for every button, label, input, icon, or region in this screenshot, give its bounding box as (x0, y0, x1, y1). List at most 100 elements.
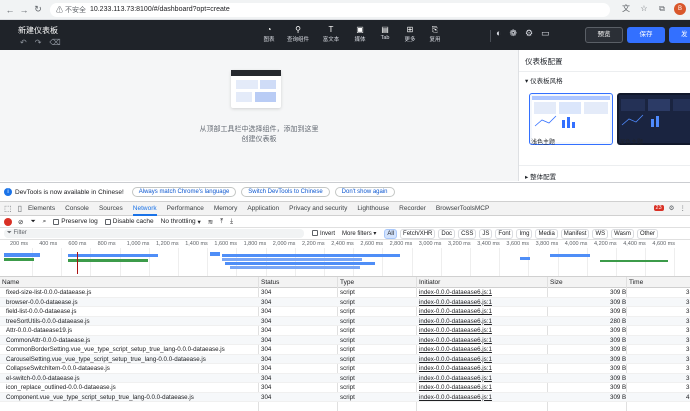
table-row[interactable]: fixed-size-list-0.0.0-dataease.js 304 scri… (0, 288, 690, 298)
reload-icon[interactable]: ↻ (32, 3, 44, 17)
back-icon[interactable]: ← (4, 3, 16, 17)
palette-icon[interactable]: ❁ (509, 28, 517, 39)
filter-type-media[interactable]: Media (535, 228, 558, 239)
tab-network[interactable]: Network (132, 201, 157, 216)
request-initiator[interactable]: index-0.0.0-dataease6.js:1 (419, 384, 492, 391)
match-language-button[interactable]: Always match Chrome's language (131, 187, 237, 197)
record-icon[interactable] (4, 217, 12, 226)
filter-input[interactable]: ⏷ Filter (4, 229, 304, 238)
table-row[interactable]: browser-0.0.0-dataease.js 304 script index-… (0, 297, 690, 307)
translate-icon[interactable]: 文 (620, 3, 632, 15)
request-initiator[interactable]: index-0.0.0-dataease6.js:1 (419, 365, 492, 372)
filter-type-img[interactable]: Img (516, 228, 533, 239)
preserve-log-checkbox[interactable]: Preserve log (53, 218, 98, 225)
col-name[interactable]: Name (2, 279, 19, 286)
filter-icon[interactable]: ⏷ (30, 218, 35, 226)
save-button[interactable]: 保存 (627, 27, 665, 43)
request-initiator[interactable]: index-0.0.0-dataease6.js:1 (419, 299, 492, 306)
request-initiator[interactable]: index-0.0.0-dataease6.js:1 (419, 356, 492, 363)
preview-button[interactable]: 预览 (585, 27, 623, 43)
undo-icon[interactable]: ↶ (20, 38, 27, 47)
disable-cache-checkbox[interactable]: Disable cache (104, 218, 154, 225)
address-bar[interactable]: ⚠ 不安全 10.233.113.73:8100/#/dashboard?opt… (50, 2, 610, 17)
col-initiator[interactable]: Initiator (419, 279, 440, 286)
request-initiator[interactable]: index-0.0.0-dataease6.js:1 (419, 308, 492, 315)
request-initiator[interactable]: index-0.0.0-dataease6.js:1 (419, 318, 492, 325)
filter-type-manifest[interactable]: Manifest (560, 228, 590, 239)
col-size[interactable]: Size (550, 279, 563, 286)
tool-reuse[interactable]: ⎘ 复用 (424, 24, 446, 43)
table-row[interactable]: field-list-0.0.0-dataease.js 304 script ind… (0, 307, 690, 317)
col-type[interactable]: Type (340, 279, 354, 286)
tab-console[interactable]: Console (65, 201, 89, 216)
tab-performance[interactable]: Performance (167, 201, 204, 216)
delete-icon[interactable]: ⌫ (49, 38, 60, 47)
tab-privacy[interactable]: Privacy and security (289, 201, 347, 216)
filter-type-js[interactable]: JS (479, 228, 493, 239)
section-overall-header[interactable]: ▸ 整体配置 (525, 171, 556, 181)
settings-icon[interactable]: ⚙ (525, 28, 533, 39)
request-initiator[interactable]: index-0.0.0-dataease6.js:1 (419, 375, 492, 382)
tool-richtext[interactable]: T 富文本 (316, 24, 346, 43)
filter-type-all[interactable]: All (384, 228, 398, 239)
settings-icon[interactable]: ⚙ (669, 204, 675, 212)
theme-icon[interactable]: ◐ (496, 28, 501, 39)
network-overview[interactable]: 200 ms 400 ms 600 ms 800 ms 1,000 ms 1,200 ms… (0, 240, 690, 277)
tab-elements[interactable]: Elements (28, 201, 55, 216)
publish-button[interactable]: 发 (669, 27, 690, 43)
request-initiator[interactable]: index-0.0.0-dataease6.js:1 (419, 394, 492, 401)
tool-tab[interactable]: ▤ Tab (374, 24, 396, 43)
extensions-icon[interactable]: ⧉ (656, 3, 668, 15)
table-row[interactable]: el-switch-0.0.0-dataease.js 304 script inde… (0, 373, 690, 383)
profile-avatar[interactable]: B (674, 3, 686, 15)
tab-lighthouse[interactable]: Lighthouse (357, 201, 389, 216)
switch-language-button[interactable]: Switch DevTools to Chinese (241, 187, 330, 197)
request-initiator[interactable]: index-0.0.0-dataease6.js:1 (419, 346, 492, 353)
tool-media[interactable]: ▣ 媒体 (349, 24, 371, 43)
filter-type-css[interactable]: CSS (458, 228, 477, 239)
screen-icon[interactable]: ▭ (541, 28, 550, 39)
dashboard-canvas[interactable]: 从顶部工具栏中选择组件，添加到这里 创建仪表板 (0, 50, 518, 181)
tool-chart[interactable]: ◔ 图表 (258, 24, 280, 43)
table-row[interactable]: CommonBorderSetting.vue_vue_type_script_… (0, 345, 690, 355)
security-warning[interactable]: ⚠ 不安全 (56, 5, 86, 15)
table-row[interactable]: treeSortUtils-0.0.0-dataease.js 304 script… (0, 316, 690, 326)
device-toolbar-icon[interactable]: ▯ (18, 204, 22, 213)
clear-icon[interactable]: ⊘ (18, 218, 23, 226)
tab-browsertoolsmcp[interactable]: BrowserToolsMCP (436, 201, 489, 216)
invert-checkbox[interactable]: Invert (310, 229, 337, 238)
forward-icon[interactable]: → (18, 3, 30, 17)
col-status[interactable]: Status (261, 279, 279, 286)
request-initiator[interactable]: index-0.0.0-dataease6.js:1 (419, 289, 492, 296)
export-icon[interactable]: ⤓ (230, 218, 233, 226)
inspect-icon[interactable]: ⬚ (4, 204, 12, 213)
col-time[interactable]: Time (629, 279, 643, 286)
star-icon[interactable]: ☆ (638, 3, 650, 15)
table-row[interactable]: Component.vue_vue_type_script_setup_true… (0, 392, 690, 402)
filter-type-wasm[interactable]: Wasm (611, 228, 634, 239)
table-row[interactable]: Attr-0.0.0-dataease19.js 304 script index-0… (0, 326, 690, 336)
request-initiator[interactable]: index-0.0.0-dataease6.js:1 (419, 337, 492, 344)
page-title[interactable]: 新建仪表板 (18, 25, 58, 36)
section-style-header[interactable]: ▾ 仪表板风格 (525, 75, 563, 85)
throttling-select[interactable]: No throttling ▾ (161, 218, 201, 226)
filter-type-other[interactable]: Other (636, 228, 658, 239)
filter-type-doc[interactable]: Doc (438, 228, 456, 239)
table-row[interactable]: CollapseSwitchItem-0.0.0-dataease.js 304 s… (0, 364, 690, 374)
more-filters-dropdown[interactable]: More filters ▾ (340, 230, 378, 238)
request-initiator[interactable]: index-0.0.0-dataease6.js:1 (419, 327, 492, 334)
error-count-badge[interactable]: 23 (653, 205, 664, 211)
filter-type-font[interactable]: Font (495, 228, 514, 239)
tab-application[interactable]: Application (247, 201, 279, 216)
table-row[interactable]: CommonAttr-0.0.0-dataease.js 304 script ind… (0, 335, 690, 345)
kebab-menu-icon[interactable]: ⋮ (680, 204, 687, 212)
table-row[interactable]: icon_replace_outlined-0.0.0-dataease.js 3… (0, 383, 690, 393)
filter-type-fetch[interactable]: Fetch/XHR (400, 228, 436, 239)
search-icon[interactable]: ⌕ (43, 218, 47, 226)
tab-recorder[interactable]: Recorder (399, 201, 426, 216)
redo-icon[interactable]: ↷ (35, 38, 42, 47)
import-icon[interactable]: ⤒ (220, 218, 223, 226)
wifi-icon[interactable]: ≋ (208, 218, 213, 226)
table-row[interactable]: CarouselSetting.vue_vue_type_script_setu… (0, 354, 690, 364)
filter-type-ws[interactable]: WS (592, 228, 609, 239)
